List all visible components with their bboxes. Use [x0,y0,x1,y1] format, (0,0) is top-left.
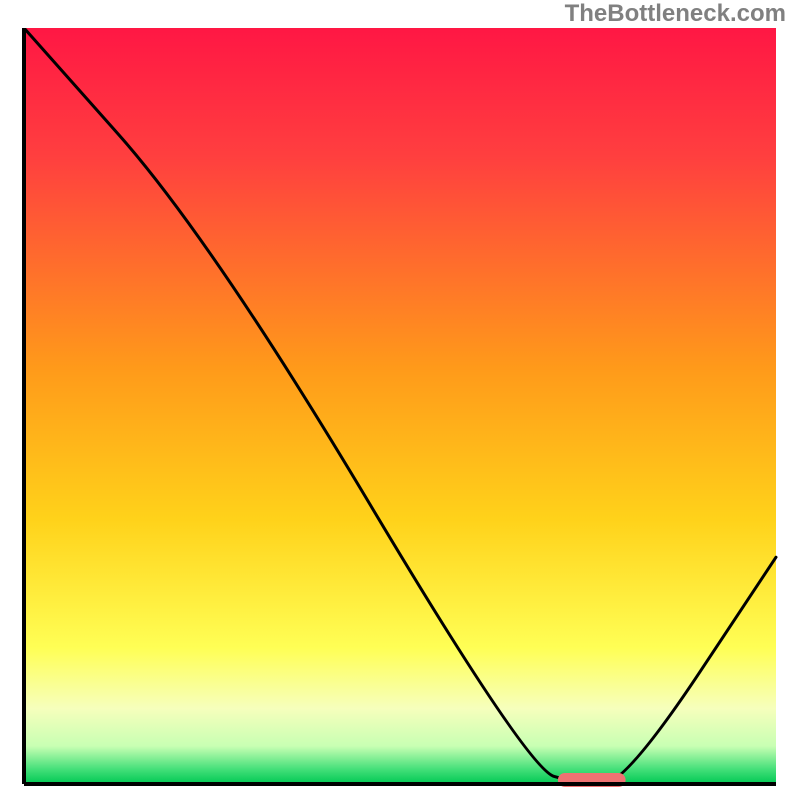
bottleneck-chart [20,28,780,788]
plot-background [24,28,776,784]
watermark-text: TheBottleneck.com [565,0,786,28]
chart-stage: TheBottleneck.com [0,0,800,800]
